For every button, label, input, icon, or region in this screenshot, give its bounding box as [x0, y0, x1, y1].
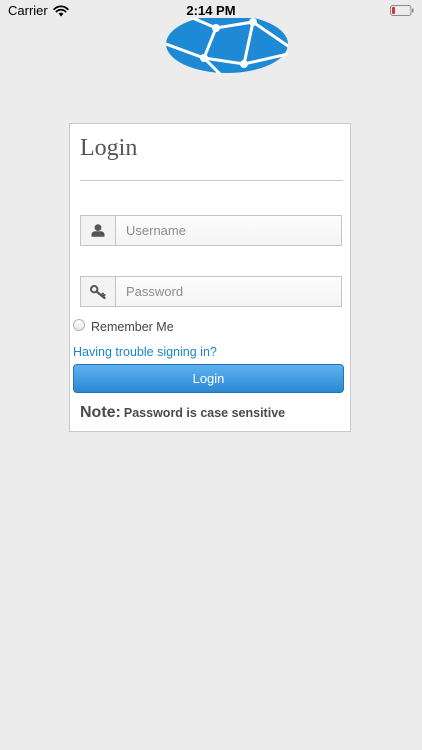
username-addon — [81, 216, 116, 245]
note-text: Password is case sensitive — [123, 406, 286, 420]
remember-me-label: Remember Me — [91, 320, 174, 334]
remember-me-checkbox[interactable] — [73, 319, 85, 331]
login-button[interactable]: Login — [73, 364, 344, 393]
battery-icon — [390, 5, 414, 16]
key-icon — [90, 284, 106, 299]
trouble-signing-in-link[interactable]: Having trouble signing in? — [73, 345, 217, 359]
note-label: Note: — [80, 404, 121, 421]
password-input[interactable] — [116, 277, 341, 306]
password-note: Note: Password is case sensitive — [80, 404, 285, 422]
password-addon — [81, 277, 116, 306]
password-field — [80, 276, 342, 307]
remember-me-row[interactable]: Remember Me — [73, 317, 174, 334]
login-card: Login Remember Me Having trouble signing… — [69, 123, 351, 432]
username-input[interactable] — [116, 216, 341, 245]
user-icon — [91, 224, 105, 237]
status-time: 2:14 PM — [186, 3, 236, 18]
login-title: Login — [80, 135, 138, 161]
username-field — [80, 215, 342, 246]
title-divider — [80, 180, 343, 181]
globe-network-icon — [166, 18, 288, 74]
